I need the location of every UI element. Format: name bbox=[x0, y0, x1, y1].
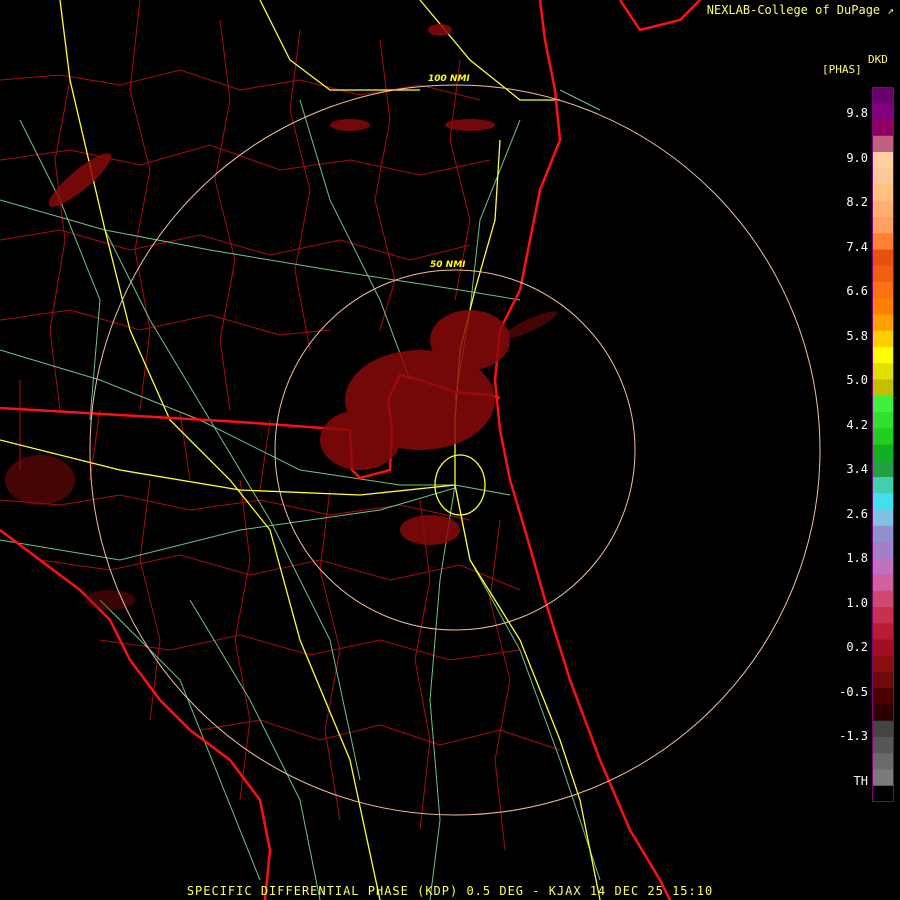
legend-unit-top: DKD bbox=[868, 53, 888, 66]
scale-swatch bbox=[873, 314, 893, 332]
scale-swatch bbox=[873, 200, 893, 218]
legend-tick: 6.6 bbox=[846, 284, 868, 298]
scale-swatch bbox=[873, 119, 893, 137]
credit-text: NEXLAB-College of DuPage ↗ bbox=[707, 3, 894, 17]
scale-swatch bbox=[873, 184, 893, 202]
scale-swatch bbox=[873, 509, 893, 527]
legend-tick: 0.2 bbox=[846, 640, 868, 654]
legend-tick: -0.5 bbox=[839, 684, 868, 699]
road-network bbox=[0, 89, 601, 900]
ring-50-label: 50 NMI bbox=[430, 260, 466, 270]
scale-swatch bbox=[873, 298, 893, 315]
scale-swatch bbox=[873, 444, 893, 462]
legend-tick: 3.4 bbox=[846, 462, 868, 476]
scale-swatch bbox=[873, 607, 893, 624]
legend-tick: 9.0 bbox=[846, 150, 868, 165]
color-scale-bar bbox=[872, 87, 894, 802]
scale-swatch bbox=[873, 135, 893, 153]
radar-map bbox=[0, 0, 821, 900]
scale-swatch bbox=[873, 477, 893, 494]
legend-tick: 9.8 bbox=[846, 106, 868, 120]
scale-swatch bbox=[873, 412, 893, 429]
scale-swatch bbox=[873, 623, 893, 640]
legend-tick: 8.2 bbox=[846, 195, 868, 209]
legend-tick: 5.8 bbox=[846, 328, 868, 343]
scale-swatch bbox=[873, 672, 893, 689]
scale-swatch bbox=[873, 395, 893, 413]
scale-swatch bbox=[873, 363, 893, 380]
scale-swatch bbox=[873, 737, 893, 754]
scale-swatch bbox=[873, 217, 893, 234]
scale-swatch bbox=[873, 233, 893, 250]
scale-swatch bbox=[873, 525, 893, 543]
scale-swatch bbox=[873, 87, 893, 104]
scale-swatch bbox=[873, 558, 893, 575]
legend-tick: 1.8 bbox=[846, 551, 868, 565]
arrow-icon: ↗ bbox=[887, 4, 894, 17]
scale-swatch bbox=[873, 688, 893, 705]
scale-swatches bbox=[873, 87, 893, 802]
radar-screen: 50 NMI 100 NMI NEXLAB-College of DuPage … bbox=[0, 0, 900, 900]
credit-label: NEXLAB-College of DuPage bbox=[706, 3, 881, 17]
scale-swatch bbox=[873, 379, 893, 397]
scale-swatch bbox=[873, 168, 893, 185]
scale-swatch bbox=[873, 282, 893, 299]
scale-swatch bbox=[873, 152, 893, 169]
scale-swatch bbox=[873, 655, 893, 673]
scale-swatch bbox=[873, 639, 893, 657]
scale-swatch bbox=[873, 265, 893, 283]
scale-swatch bbox=[873, 493, 893, 510]
scale-swatch bbox=[873, 785, 893, 802]
legend-tick: 1.0 bbox=[846, 595, 868, 610]
legend-tick: -1.3 bbox=[839, 729, 868, 743]
precipitation-echoes bbox=[5, 24, 558, 610]
legend-tick: TH bbox=[853, 773, 868, 788]
scale-swatch bbox=[873, 249, 893, 267]
scale-swatch bbox=[873, 428, 893, 445]
scale-swatch bbox=[873, 574, 893, 592]
legend-tick: 5.0 bbox=[846, 373, 868, 387]
scale-swatch bbox=[873, 347, 893, 364]
legend-tick: 4.2 bbox=[846, 417, 868, 432]
scale-swatch bbox=[873, 720, 893, 738]
legend-tick: 7.4 bbox=[846, 239, 868, 254]
scale-swatch bbox=[873, 753, 893, 770]
legend-tick: 2.6 bbox=[846, 506, 868, 521]
legend-unit-bottom: [PHAS] bbox=[822, 63, 862, 76]
scale-swatch bbox=[873, 103, 893, 120]
scale-swatch bbox=[873, 704, 893, 722]
scale-swatch bbox=[873, 590, 893, 608]
scale-swatch bbox=[873, 460, 893, 478]
scale-swatch bbox=[873, 769, 893, 787]
footer-caption: SPECIFIC DIFFERENTIAL PHASE (KDP) 0.5 DE… bbox=[186, 884, 714, 898]
scale-swatch bbox=[873, 542, 893, 559]
ring-100-label: 100 NMI bbox=[428, 74, 470, 84]
scale-swatch bbox=[873, 330, 893, 348]
